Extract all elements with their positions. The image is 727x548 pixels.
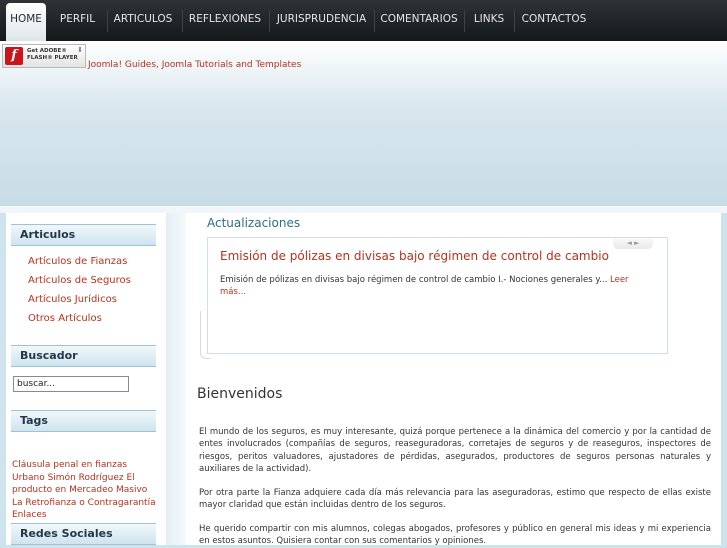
news-slider: ◄ ► Emisión de pólizas en divisas bajo r… bbox=[207, 237, 668, 354]
nav-separator bbox=[464, 10, 465, 32]
sidebar: Articulos Artículos de Fianzas Artículos… bbox=[6, 213, 166, 545]
module-tags-header: Tags bbox=[11, 410, 156, 432]
download-arrow-icon: ⬇ bbox=[77, 46, 83, 54]
flash-badge-text: Get ADOBE® FLASH® PLAYER bbox=[27, 48, 78, 62]
page-title: Bienvenidos bbox=[197, 386, 283, 402]
nav-jurisprudencia[interactable]: JURISPRUDENCIA bbox=[275, 0, 368, 41]
module-buscador-header: Buscador bbox=[11, 345, 156, 367]
sidebar-link-otros[interactable]: Otros Artículos bbox=[28, 313, 102, 324]
nav-separator bbox=[514, 10, 515, 32]
nav-contactos[interactable]: CONTACTOS bbox=[520, 0, 588, 41]
flash-logo-icon: f bbox=[5, 47, 23, 65]
module-articulos-header: Articulos bbox=[11, 224, 156, 246]
nav-separator bbox=[269, 10, 270, 32]
module-title: Articulos bbox=[20, 228, 76, 241]
nav-links[interactable]: LINKS bbox=[470, 0, 508, 41]
nav-separator bbox=[374, 10, 375, 32]
sidebar-link-fianzas[interactable]: Artículos de Fianzas bbox=[28, 256, 127, 267]
fianza-paragraph: Por otra parte la Fianza adquiere cada d… bbox=[199, 488, 711, 511]
nav-comentarios[interactable]: COMENTARIOS bbox=[380, 0, 458, 41]
news-title-link[interactable]: Emisión de pólizas en divisas bajo régim… bbox=[220, 249, 609, 263]
flash-line-2: FLASH® PLAYER bbox=[27, 55, 78, 61]
module-title: Buscador bbox=[20, 349, 78, 362]
content-top-band bbox=[0, 206, 727, 213]
nav-home[interactable]: HOME bbox=[6, 3, 46, 41]
flash-line-1: Get ADOBE® bbox=[27, 48, 67, 54]
sharing-paragraph: He querido compartir con mis alumnos, co… bbox=[199, 524, 711, 547]
main-content: Actualizaciones ◄ ► Emisión de pólizas e… bbox=[186, 213, 721, 547]
intro-paragraph: El mundo de los seguros, es muy interesa… bbox=[199, 427, 711, 475]
nav-reflexiones[interactable]: REFLEXIONES bbox=[187, 0, 263, 41]
tag-cloud[interactable]: Cláusula penal en fianzas Urbano Simón R… bbox=[12, 459, 157, 522]
sidebar-link-seguros[interactable]: Artículos de Seguros bbox=[28, 275, 131, 286]
module-title: Redes Sociales bbox=[20, 527, 113, 540]
nav-separator bbox=[107, 10, 108, 32]
nav-perfil[interactable]: PERFIL bbox=[54, 0, 101, 41]
sidebar-link-juridicos[interactable]: Artículos Jurídicos bbox=[28, 294, 117, 305]
get-flash-player-badge[interactable]: f Get ADOBE® FLASH® PLAYER ⬇ bbox=[2, 44, 86, 68]
news-excerpt: Emisión de pólizas en divisas bajo régim… bbox=[220, 274, 640, 298]
module-title: Tags bbox=[20, 414, 48, 427]
actualizaciones-heading: Actualizaciones bbox=[207, 216, 301, 230]
module-redes-header: Redes Sociales bbox=[11, 523, 156, 545]
column-divider bbox=[166, 213, 186, 545]
news-excerpt-text: Emisión de pólizas en divisas bajo régim… bbox=[220, 275, 608, 285]
nav-articulos[interactable]: ARTICULOS bbox=[111, 0, 175, 41]
nav-separator bbox=[182, 10, 183, 32]
slider-arrows-icon[interactable]: ◄ ► bbox=[613, 238, 653, 249]
search-input[interactable] bbox=[13, 376, 129, 392]
joomla-guides-link[interactable]: Joomla! Guides, Joomla Tutorials and Tem… bbox=[88, 60, 301, 70]
top-navigation: HOME PERFIL ARTICULOS REFLEXIONES JURISP… bbox=[0, 0, 727, 41]
